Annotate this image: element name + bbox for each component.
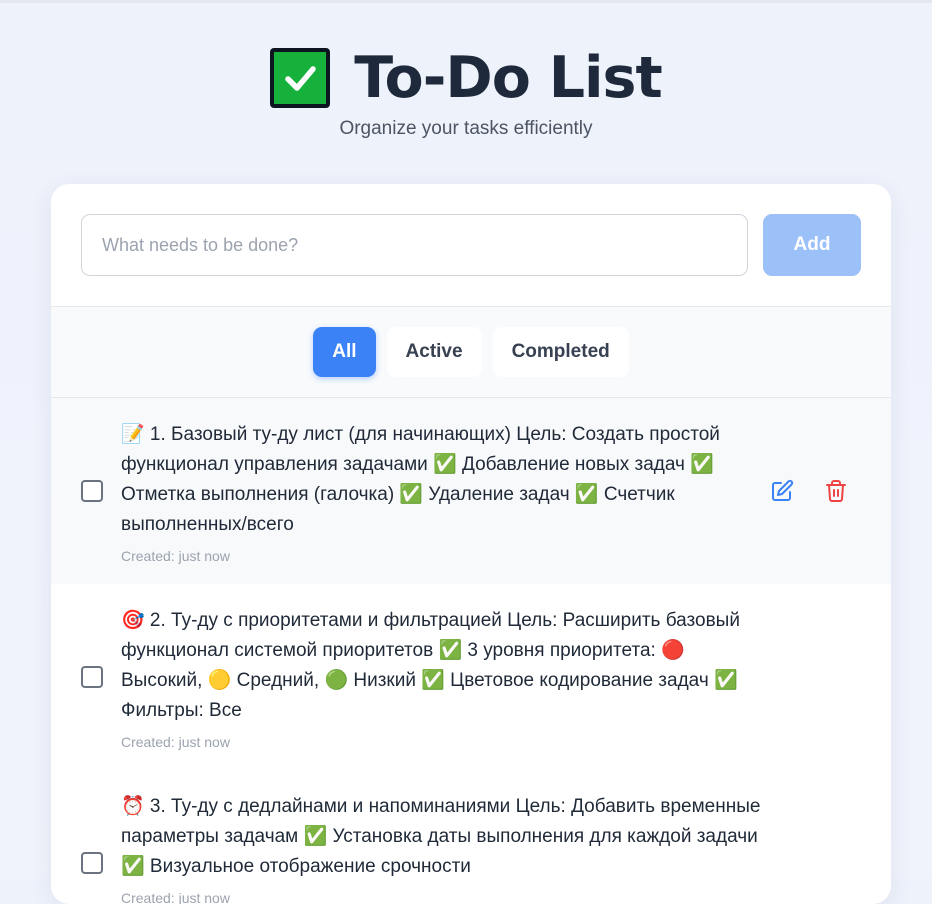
title-row: To-Do List — [0, 40, 932, 116]
task-list: 📝 1. Базовый ту-ду лист (для начинающих)… — [51, 398, 891, 904]
top-border — [0, 0, 932, 3]
task-checkbox[interactable] — [81, 666, 103, 688]
app-header: To-Do List Organize your tasks efficient… — [0, 40, 932, 140]
task-checkbox[interactable] — [81, 852, 103, 874]
trash-icon[interactable] — [823, 478, 849, 504]
new-task-row: Add — [51, 184, 891, 307]
task-created: Created: just now — [121, 890, 230, 904]
task-text: ⏰ 3. Ту-ду с дедлайнами и напоминаниями … — [121, 796, 761, 877]
filter-completed-button[interactable]: Completed — [492, 327, 629, 377]
todo-card: Add All Active Completed 📝 1. Базовый ту… — [51, 184, 891, 904]
task-created: Created: just now — [121, 734, 230, 750]
task-actions — [769, 478, 849, 504]
task-item: ⏰ 3. Ту-ду с дедлайнами и напоминаниями … — [51, 770, 891, 904]
add-button[interactable]: Add — [763, 214, 861, 276]
check-box-icon — [270, 48, 331, 108]
filter-active-button[interactable]: Active — [386, 327, 482, 377]
task-text: 🎯 2. Ту-ду с приоритетами и фильтрацией … — [121, 610, 740, 721]
new-task-input[interactable] — [81, 214, 748, 276]
task-created: Created: just now — [121, 548, 230, 564]
page-subtitle: Organize your tasks efficiently — [339, 118, 593, 139]
edit-icon[interactable] — [769, 478, 795, 504]
filter-all-button[interactable]: All — [313, 327, 376, 377]
task-text: 📝 1. Базовый ту-ду лист (для начинающих)… — [121, 424, 720, 535]
page-title: To-Do List — [354, 45, 662, 111]
task-item: 🎯 2. Ту-ду с приоритетами и фильтрацией … — [51, 584, 891, 770]
filter-bar: All Active Completed — [51, 307, 891, 398]
task-item: 📝 1. Базовый ту-ду лист (для начинающих)… — [51, 398, 891, 584]
task-checkbox[interactable] — [81, 480, 103, 502]
